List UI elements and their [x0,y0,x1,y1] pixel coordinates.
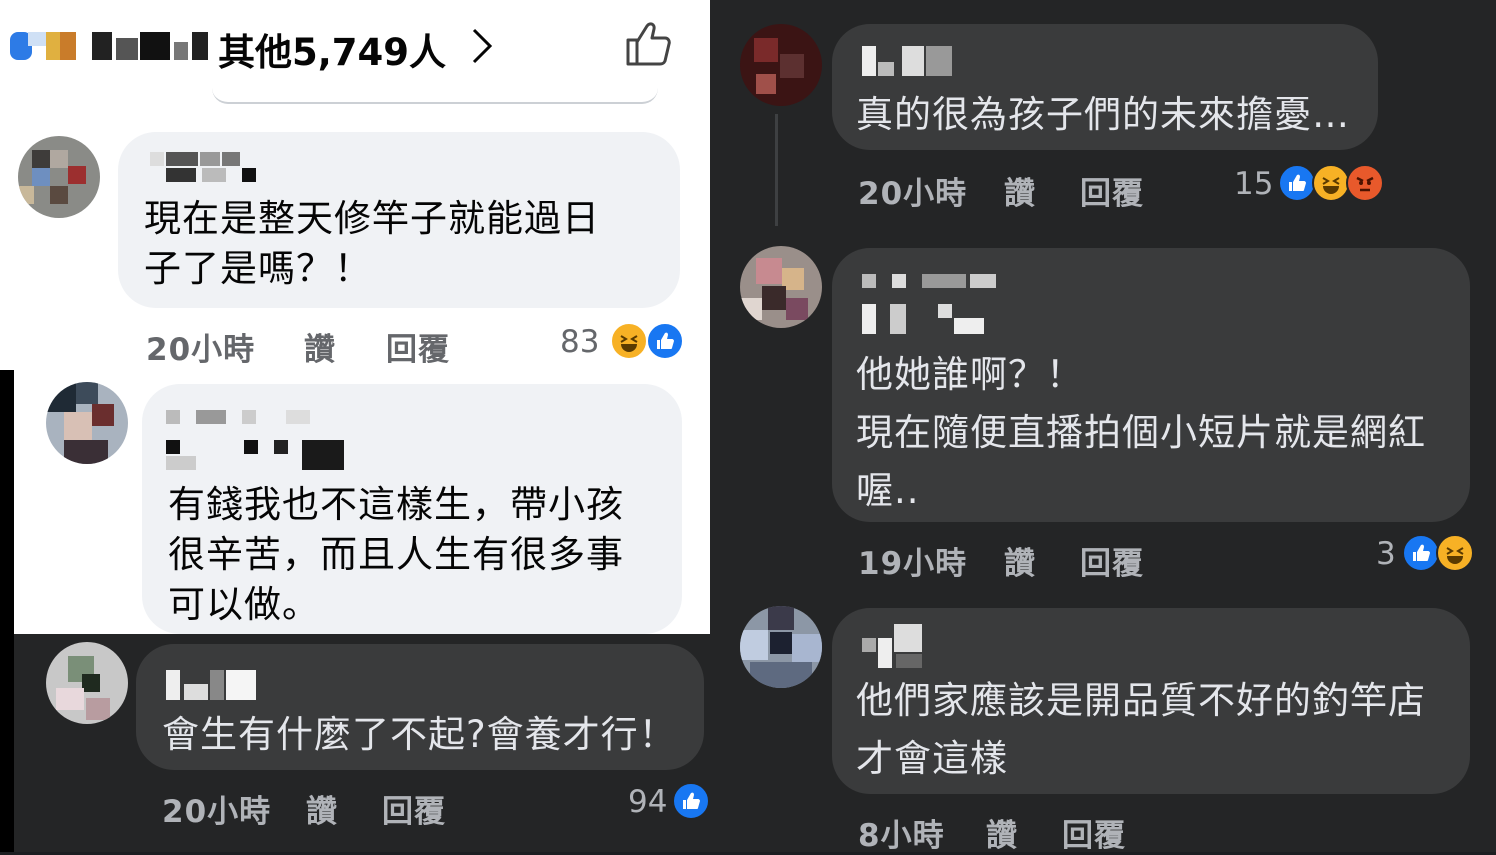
reaction-summary-bar[interactable]: 其他5,749人 [10,22,700,74]
avatar[interactable] [18,136,100,218]
blurred-author[interactable] [862,46,954,76]
blurred-author[interactable] [166,410,366,474]
comment-text: 真的很為孩子們的未來擔憂… [856,93,1350,136]
blurred-author[interactable] [166,670,258,700]
reply-button[interactable]: 回覆 [1080,538,1144,583]
comment-bubble: 真的很為孩子們的未來擔憂… [832,24,1378,150]
reaction-count[interactable]: 3 [1376,536,1396,572]
comment-text: 他她誰啊？！ 現在隨便直播拍個小短片就是網紅 喔.. [856,353,1426,512]
comment-text: 會生有什麼了不起?會養才行！ [162,713,677,756]
composer-edge [212,86,658,104]
comment-text: 他們家應該是開品質不好的釣竿店 才會這樣 [856,679,1426,780]
thread-line [775,114,778,226]
reply-button[interactable]: 回覆 [1062,810,1126,855]
comment-text: 現在是整天修竿子就能過日 子了是嗎？！ [144,197,600,290]
comment-text: 有錢我也不這樣生，帶小孩 很辛苦，而且人生有很多事 可以做。 [168,483,624,626]
like-reaction-icon [646,322,684,360]
angry-reaction-icon [1346,164,1384,202]
blurred-author[interactable] [862,274,1002,334]
comment-bubble: 會生有什麼了不起?會養才行！ [136,644,704,770]
comment-bubble: 他們家應該是開品質不好的釣竿店 才會這樣 [832,608,1470,794]
like-reaction-icon [1402,534,1440,572]
reaction-count[interactable]: 83 [560,324,599,360]
avatar[interactable] [740,606,822,688]
like-button[interactable]: 讚 [1004,538,1036,583]
haha-reaction-icon [610,322,648,360]
reaction-count[interactable]: 94 [628,784,667,820]
comment-bubble: 有錢我也不這樣生，帶小孩 很辛苦，而且人生有很多事 可以做。 [142,384,682,634]
haha-reaction-icon [1436,534,1474,572]
reaction-count[interactable]: 15 [1234,166,1273,202]
blurred-author[interactable] [862,624,924,668]
comment-bubble: 他她誰啊？！ 現在隨便直播拍個小短片就是網紅 喔.. [832,248,1470,522]
blurred-names [92,32,210,60]
reply-button[interactable]: 回覆 [382,786,446,831]
like-button[interactable]: 讚 [986,810,1018,855]
comment-time[interactable]: 20小時 [162,786,271,831]
avatar[interactable] [740,246,822,328]
blurred-author[interactable] [150,152,258,182]
reply-button[interactable]: 回覆 [386,324,450,369]
avatar[interactable] [46,642,128,724]
thumbs-up-outline-icon[interactable] [624,18,674,68]
like-reaction-icon [672,782,710,820]
comment-time[interactable]: 20小時 [858,168,967,213]
like-button[interactable]: 讚 [306,786,338,831]
comment-time[interactable]: 19小時 [858,538,967,583]
like-button[interactable]: 讚 [1004,168,1036,213]
chevron-right-icon[interactable] [470,26,494,66]
like-button[interactable]: 讚 [304,324,336,369]
comment-bubble: 現在是整天修竿子就能過日 子了是嗎？！ [118,132,680,308]
avatar[interactable] [46,382,128,464]
reply-button[interactable]: 回覆 [1080,168,1144,213]
haha-reaction-icon [1312,164,1350,202]
others-count-text[interactable]: 其他5,749人 [218,22,446,76]
comment-time[interactable]: 8小時 [858,810,945,855]
like-reaction-icon [1278,164,1316,202]
left-black-strip [0,370,14,852]
blurred-reaction-icons [10,32,78,60]
comment-time[interactable]: 20小時 [146,324,255,369]
avatar[interactable] [740,24,822,106]
